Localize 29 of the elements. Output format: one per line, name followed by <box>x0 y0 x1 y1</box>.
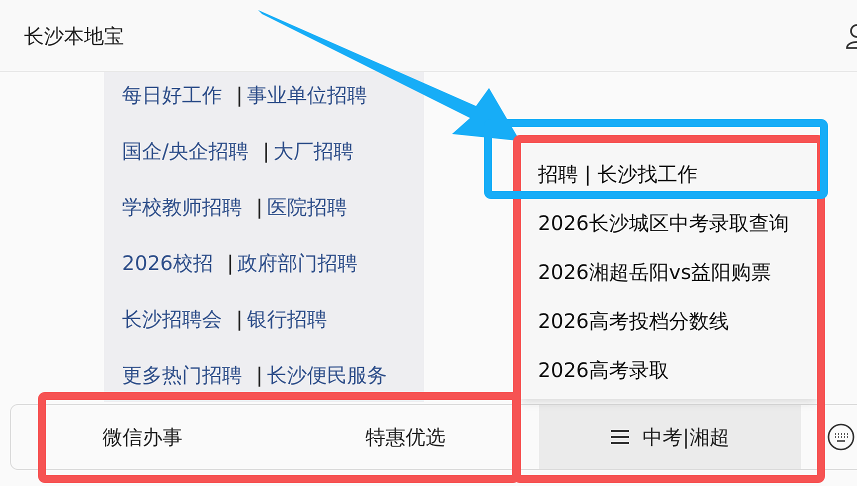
account-title: 长沙本地宝 <box>24 22 124 50</box>
article-link[interactable]: 长沙便民服务 <box>266 360 387 390</box>
menu-icon <box>610 430 629 444</box>
popup-menu-item[interactable]: 2026湘超岳阳vs益阳购票 <box>520 247 818 296</box>
article-link[interactable]: 医院招聘 <box>266 192 347 222</box>
separator-text: | <box>256 362 263 389</box>
article-link[interactable]: 更多热门招聘 <box>122 360 242 390</box>
popup-menu-item[interactable]: 2026长沙城区中考录取查询 <box>520 198 818 247</box>
popup-menu-item[interactable]: 2026高考投档分数线 <box>520 296 818 345</box>
article-link[interactable]: 长沙招聘会 <box>122 304 222 334</box>
article-link[interactable]: 事业单位招聘 <box>246 80 367 110</box>
menu-tab[interactable]: 中考|湘超 <box>539 405 801 469</box>
menu-tab[interactable]: 微信办事 <box>11 405 274 469</box>
article-link[interactable]: 2026校招 <box>122 248 213 278</box>
popup-menu-item[interactable]: 2026高考录取 <box>520 345 818 394</box>
separator-text: | <box>262 138 270 165</box>
article-link[interactable]: 银行招聘 <box>246 304 327 334</box>
article-link[interactable]: 政府部门招聘 <box>238 248 358 278</box>
article-link[interactable]: 每日好工作 <box>122 80 222 110</box>
article-link[interactable]: 学校教师招聘 <box>122 192 242 222</box>
separator-text: | <box>226 250 234 277</box>
separator-text: | <box>256 194 263 221</box>
article-link[interactable]: 大厂招聘 <box>274 136 354 166</box>
separator-text: | <box>236 306 243 333</box>
popup-menu-item[interactable]: 招聘 | 长沙找工作 <box>520 149 818 198</box>
keyboard-icon[interactable] <box>827 423 855 451</box>
separator-text: | <box>236 82 243 109</box>
menu-tab[interactable]: 特惠优选 <box>274 405 537 469</box>
article-link[interactable]: 国企/央企招聘 <box>122 136 249 166</box>
